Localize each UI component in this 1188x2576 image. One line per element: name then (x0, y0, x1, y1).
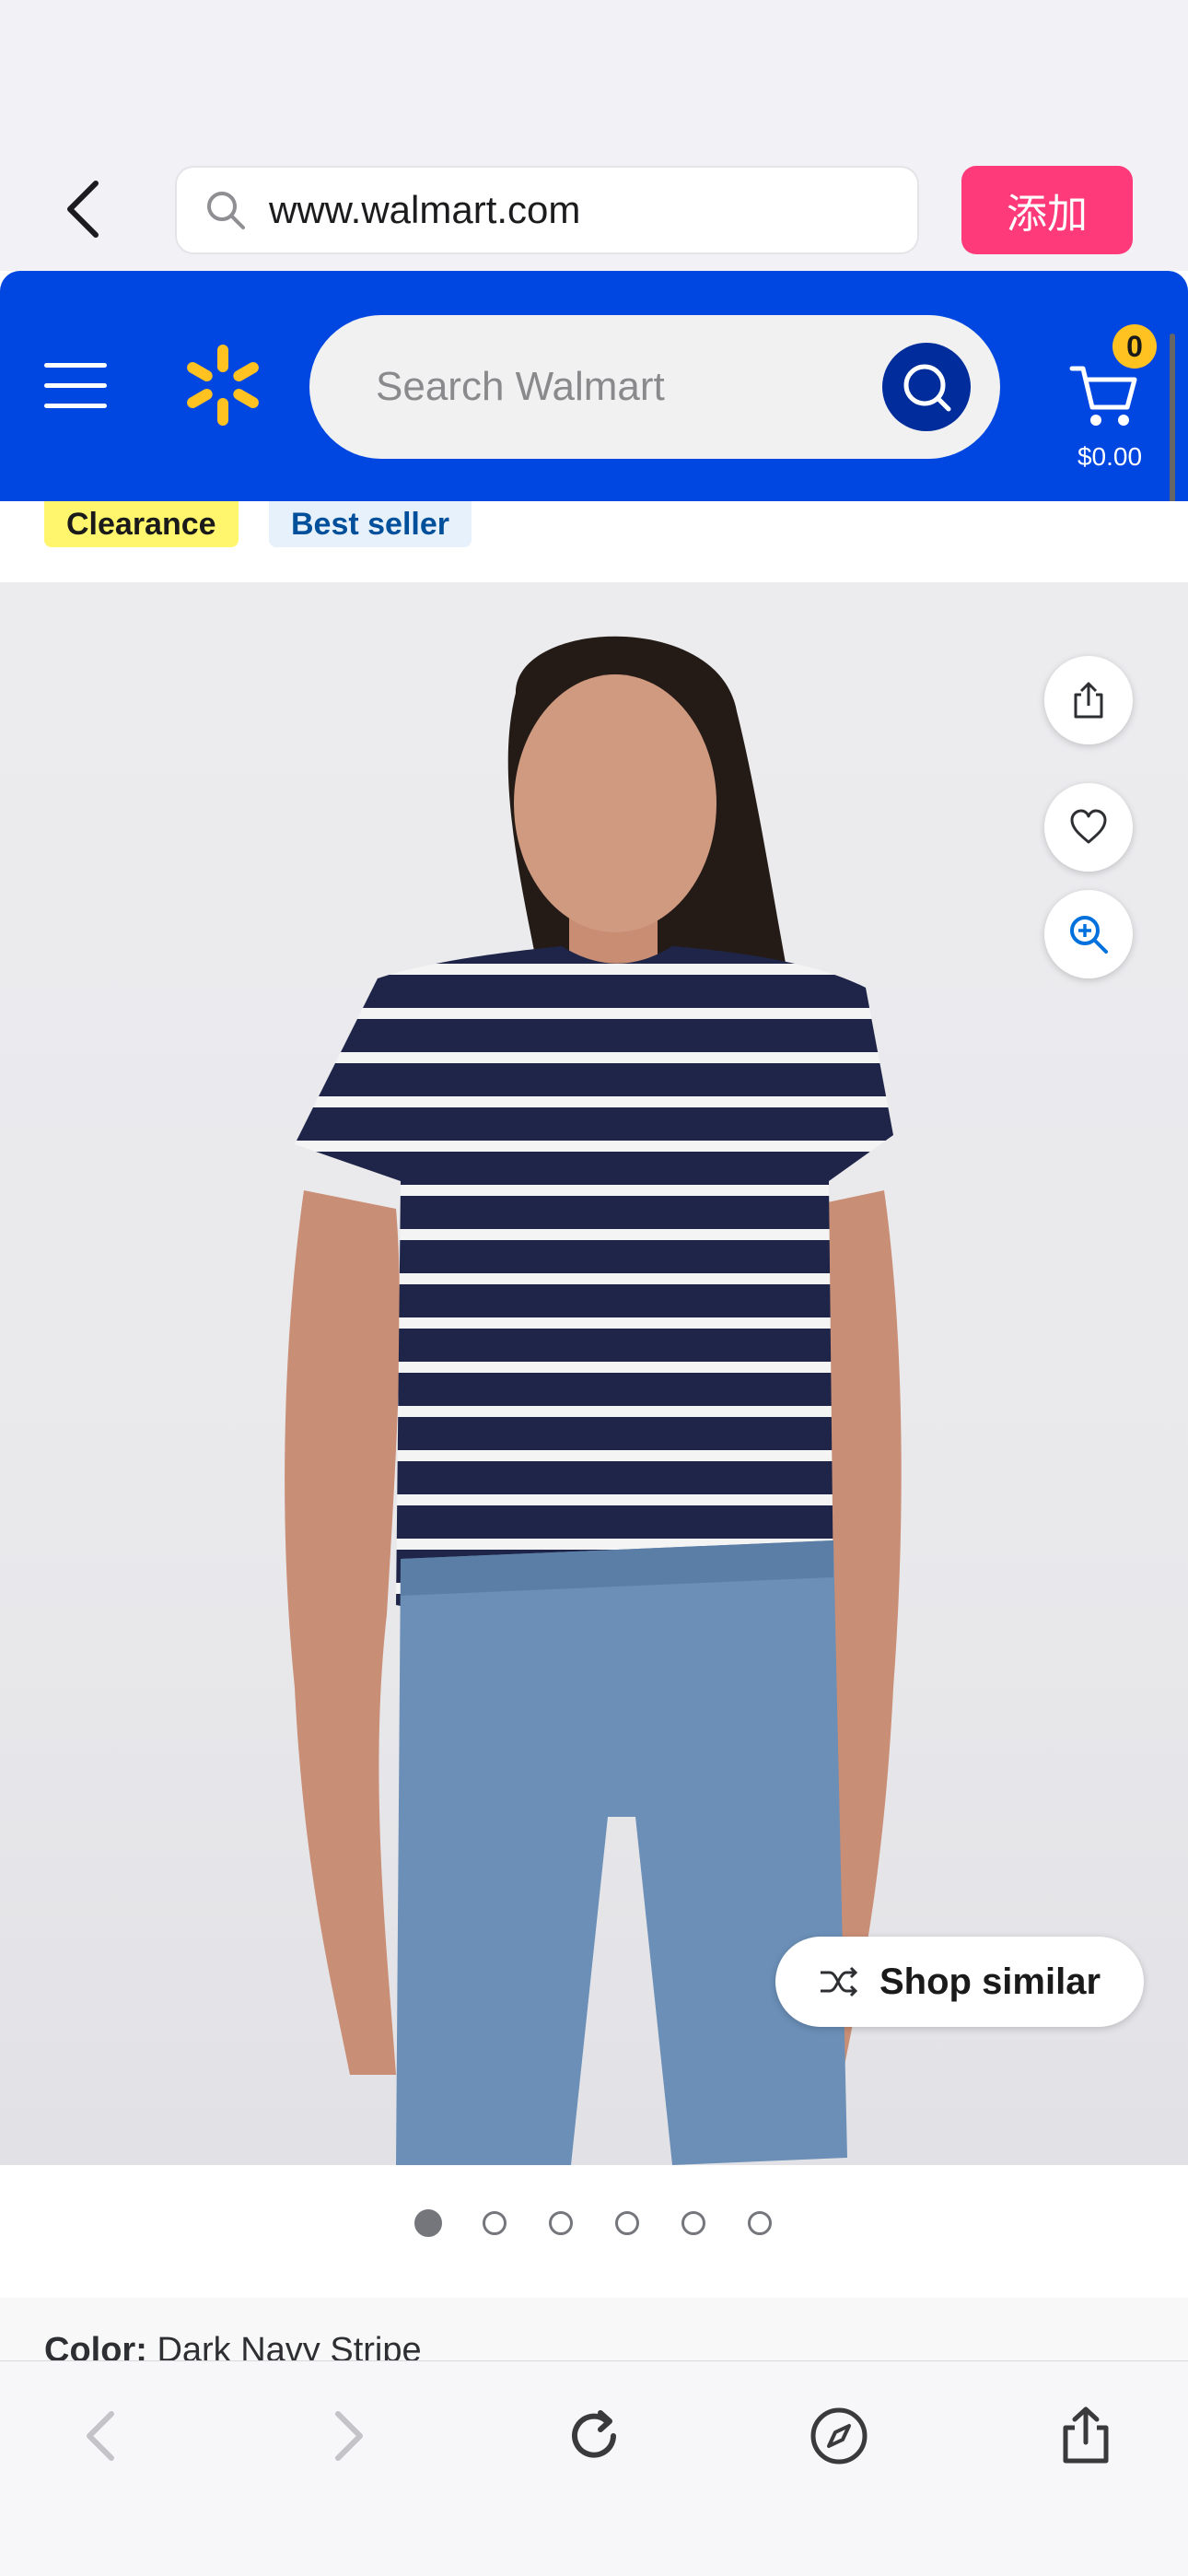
search-input[interactable]: Search Walmart (309, 315, 1000, 459)
search-placeholder: Search Walmart (376, 364, 665, 409)
carousel-dot-1[interactable] (414, 2209, 442, 2237)
cart-count-badge: 0 (1112, 324, 1157, 369)
carousel-dot-6[interactable] (748, 2211, 772, 2235)
chevron-left-icon (67, 181, 99, 238)
compass-icon (810, 2407, 868, 2465)
product-image[interactable]: Shop similar (0, 582, 1188, 2165)
search-icon (903, 364, 951, 412)
color-label: Color: (44, 2331, 147, 2362)
share-icon (1063, 2406, 1109, 2464)
forward-arrow-icon (335, 2411, 363, 2461)
share-button[interactable] (1044, 656, 1133, 744)
url-text: www.walmart.com (269, 188, 581, 231)
shop-similar-label: Shop similar (879, 1961, 1101, 2002)
cart-button[interactable]: 0 $0.00 (1059, 322, 1160, 471)
carousel-dot-2[interactable] (483, 2211, 507, 2235)
cart-icon (1069, 366, 1137, 426)
reload-icon (572, 2410, 616, 2458)
clearance-badge: Clearance (44, 501, 239, 547)
color-selector: Color: Dark Navy Stripe (0, 2298, 1188, 2362)
browser-bottom-toolbar (0, 2360, 1188, 2576)
cart-total: $0.00 (1077, 442, 1143, 471)
product-photo (285, 636, 902, 2165)
shop-similar-button[interactable]: Shop similar (775, 1937, 1144, 2027)
heart-icon (1070, 809, 1107, 844)
carousel-dot-4[interactable] (615, 2211, 639, 2235)
back-arrow-icon (87, 2411, 114, 2461)
search-icon (203, 187, 249, 233)
color-value: Dark Navy Stripe (157, 2331, 422, 2362)
search-button[interactable] (882, 343, 971, 431)
carousel-dots (0, 2202, 1188, 2242)
carousel-dot-5[interactable] (681, 2211, 705, 2235)
page-scrollbar[interactable] (1170, 334, 1175, 523)
menu-icon[interactable] (44, 361, 109, 413)
compass-button[interactable] (798, 2395, 880, 2477)
zoom-button[interactable] (1044, 890, 1133, 978)
reload-button[interactable] (553, 2395, 635, 2477)
carousel-dot-3[interactable] (549, 2211, 573, 2235)
page: www.walmart.com 添加 Search Walmart 0 $0.0… (0, 0, 1188, 2576)
product-tags: Clearance Best seller (0, 501, 1188, 582)
url-bar[interactable]: www.walmart.com (175, 166, 919, 254)
color-text: Color: Dark Navy Stripe (44, 2331, 422, 2362)
best-seller-badge: Best seller (269, 501, 472, 547)
share-icon (1074, 682, 1103, 719)
favorite-button[interactable] (1044, 783, 1133, 872)
browser-back-button-bottom[interactable] (59, 2395, 142, 2477)
walmart-spark-logo[interactable] (181, 343, 265, 427)
walmart-header: Search Walmart 0 $0.00 (0, 271, 1188, 501)
add-button[interactable]: 添加 (961, 166, 1133, 254)
browser-forward-button[interactable] (308, 2395, 390, 2477)
share-page-button[interactable] (1044, 2395, 1127, 2477)
zoom-in-icon (1070, 916, 1108, 954)
shuffle-icon (820, 1966, 858, 1997)
browser-top-bar: www.walmart.com 添加 (0, 0, 1188, 271)
browser-back-button[interactable] (55, 177, 111, 241)
